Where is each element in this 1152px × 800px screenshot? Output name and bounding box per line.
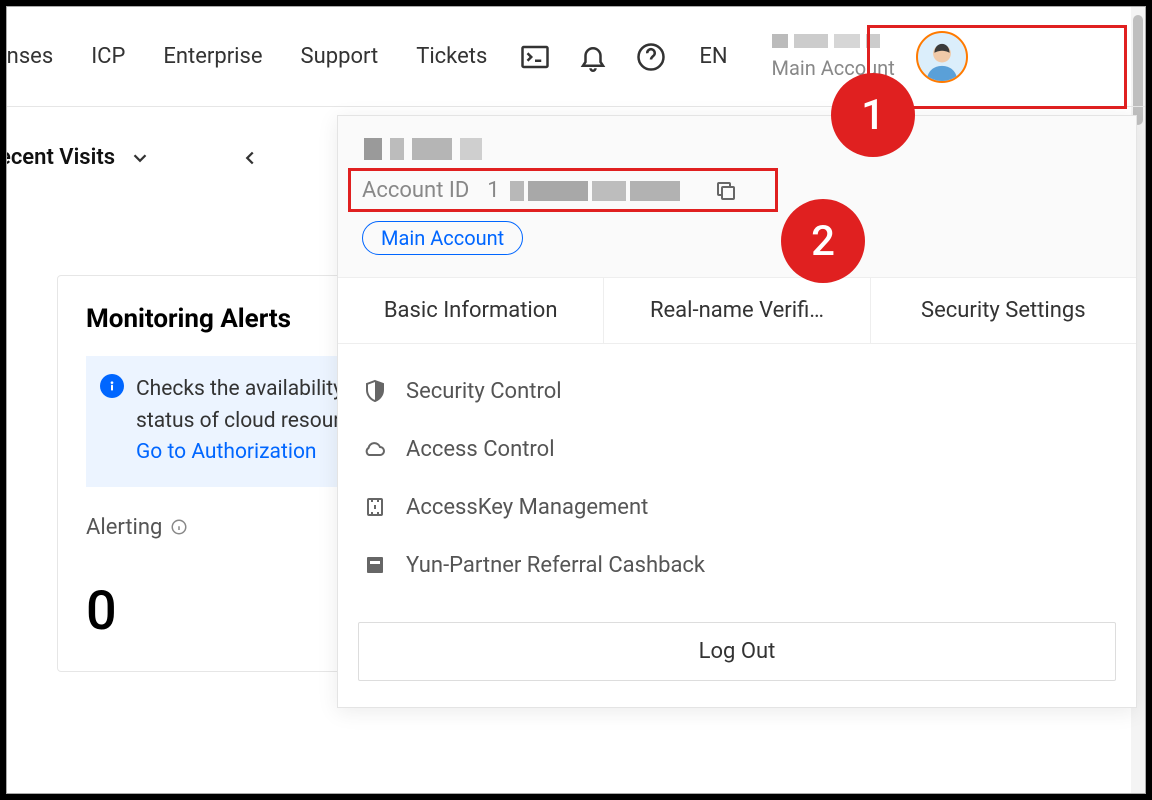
nav-item-support[interactable]: Support [293,44,387,69]
nav-item-expenses[interactable]: enses [6,44,61,69]
top-nav: enses ICP Enterprise Support Tickets EN … [7,7,1145,107]
main-account-pill: Main Account [362,221,523,255]
account-id-first-digit: 1 [487,178,499,203]
info-icon [100,374,124,398]
help-icon[interactable] [633,39,669,75]
dropdown-account-name-redacted [364,138,1112,160]
tab-realname-verification[interactable]: Real-name Verifi… [604,278,870,343]
nav-item-tickets[interactable]: Tickets [408,44,495,69]
menu-security-control[interactable]: Security Control [362,362,1112,420]
tab-security-settings[interactable]: Security Settings [871,278,1136,343]
shield-icon [362,378,388,404]
logout-button[interactable]: Log Out [358,622,1116,681]
account-menu-trigger[interactable]: Main Account [758,13,982,101]
menu-accesskey-management[interactable]: AccessKey Management [362,478,1112,536]
key-icon [362,494,388,520]
bell-icon[interactable] [575,39,611,75]
tab-basic-information[interactable]: Basic Information [338,278,604,343]
language-switch[interactable]: EN [691,44,735,69]
account-name-redacted [772,34,902,52]
account-id-redacted [510,181,680,201]
account-dropdown: Account ID 1 Main Account Basic Informat… [337,115,1137,708]
alerting-label: Alerting [86,515,162,540]
nav-item-enterprise[interactable]: Enterprise [155,44,270,69]
account-id-row: Account ID 1 [362,178,1112,203]
menu-access-control[interactable]: Access Control [362,420,1112,478]
go-to-authorization-link[interactable]: Go to Authorization [136,440,317,464]
cloud-icon [362,436,388,462]
menu-label: Access Control [406,437,555,462]
account-id-label: Account ID [362,178,469,203]
nav-item-icp[interactable]: ICP [83,44,133,69]
cashback-icon [362,552,388,578]
menu-label: Security Control [406,379,562,404]
cloudshell-icon[interactable] [517,39,553,75]
avatar[interactable] [916,31,968,83]
menu-label: Yun-Partner Referral Cashback [406,553,705,578]
copy-account-id-button[interactable] [714,179,738,203]
menu-label: AccessKey Management [406,495,648,520]
chevron-down-icon [129,147,151,169]
menu-referral-cashback[interactable]: Yun-Partner Referral Cashback [362,536,1112,594]
info-outline-icon[interactable] [170,518,188,536]
dropdown-tabs: Basic Information Real-name Verifi… Secu… [338,277,1136,344]
recent-visits-label: ecent Visits [6,145,115,170]
account-type-label: Main Account [772,56,895,80]
chevron-left-icon[interactable] [239,147,261,169]
